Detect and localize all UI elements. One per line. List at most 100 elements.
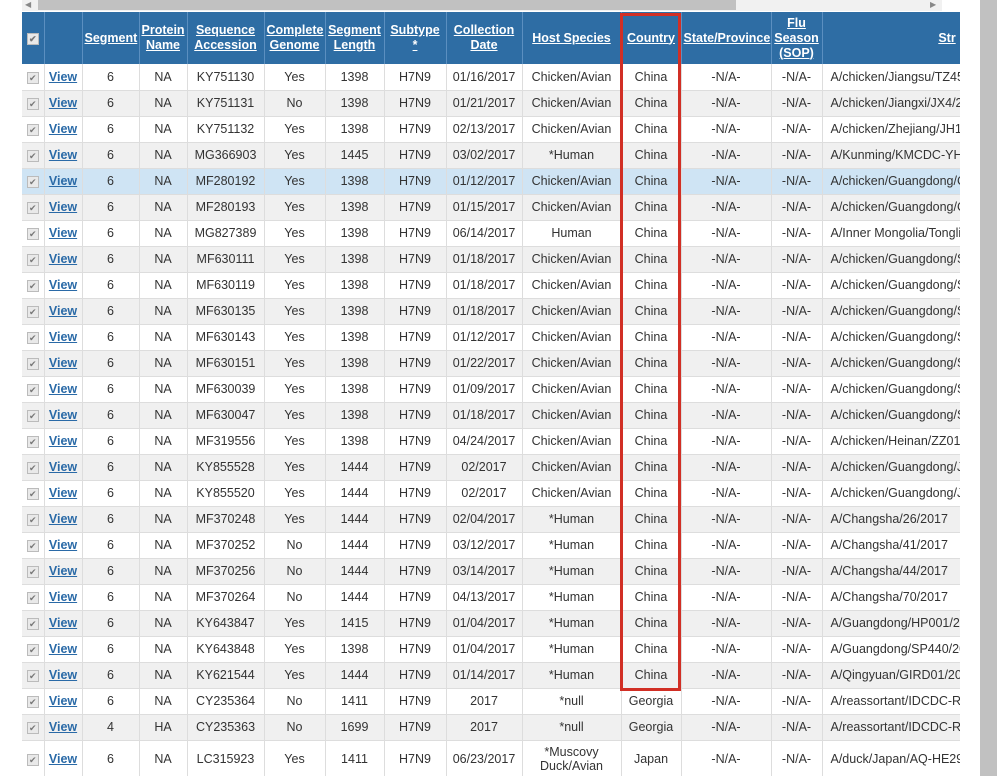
row-checkbox[interactable]: ✔: [22, 740, 45, 776]
select-all-checkbox[interactable]: ✔: [22, 12, 45, 64]
row-checkbox[interactable]: ✔: [22, 116, 45, 143]
table-row: ✔ View 6 NA MG366903 Yes 1445 H7N9 03/02/2017 *Hu…: [22, 142, 960, 169]
complete-genome-cell: Yes: [264, 480, 326, 507]
sort-strain[interactable]: Str: [822, 12, 960, 64]
view-cell: View: [44, 454, 83, 481]
row-checkbox[interactable]: ✔: [22, 480, 45, 507]
sort-protein[interactable]: Protein Name: [139, 12, 188, 64]
row-checkbox[interactable]: ✔: [22, 168, 45, 195]
view-link[interactable]: View: [49, 330, 77, 344]
view-link[interactable]: View: [49, 408, 77, 422]
row-checkbox[interactable]: ✔: [22, 506, 45, 533]
view-link[interactable]: View: [49, 564, 77, 578]
page-scrollbar[interactable]: [980, 0, 997, 776]
view-link[interactable]: View: [49, 96, 77, 110]
view-link[interactable]: View: [49, 642, 77, 656]
sort-subtype[interactable]: Subtype *: [384, 12, 447, 64]
protein-name-cell: NA: [139, 90, 188, 117]
row-checkbox[interactable]: ✔: [22, 376, 45, 403]
subtype-cell: H7N9: [384, 90, 447, 117]
collection-date-cell: 01/16/2017: [446, 64, 523, 91]
sort-complete[interactable]: Complete Genome: [264, 12, 326, 64]
view-link[interactable]: View: [49, 200, 77, 214]
row-checkbox[interactable]: ✔: [22, 610, 45, 637]
view-link[interactable]: View: [49, 304, 77, 318]
row-checkbox[interactable]: ✔: [22, 324, 45, 351]
sort-country[interactable]: Country: [621, 12, 682, 64]
row-checkbox[interactable]: ✔: [22, 402, 45, 429]
row-checkbox[interactable]: ✔: [22, 636, 45, 663]
view-cell: View: [44, 480, 83, 507]
flu-season-cell: -N/A-: [771, 168, 823, 195]
view-link[interactable]: View: [49, 668, 77, 682]
segment-cell: 6: [82, 740, 140, 776]
sort-flu-season[interactable]: Flu Season (SOP): [771, 12, 823, 64]
state-province-cell: -N/A-: [681, 558, 772, 585]
view-link[interactable]: View: [49, 616, 77, 630]
protein-name-cell: NA: [139, 194, 188, 221]
view-link[interactable]: View: [49, 226, 77, 240]
row-checkbox[interactable]: ✔: [22, 272, 45, 299]
row-checkbox[interactable]: ✔: [22, 584, 45, 611]
view-link[interactable]: View: [49, 720, 77, 734]
view-link[interactable]: View: [49, 434, 77, 448]
row-checkbox[interactable]: ✔: [22, 454, 45, 481]
strain-cell: A/reassortant/IDCDC-R: [822, 688, 960, 715]
scroll-right-icon[interactable]: ▶: [930, 0, 936, 10]
collection-date-cell: 03/14/2017: [446, 558, 523, 585]
segment-length-cell: 1398: [325, 272, 385, 299]
view-link[interactable]: View: [49, 122, 77, 136]
row-checkbox[interactable]: ✔: [22, 142, 45, 169]
sort-host[interactable]: Host Species: [522, 12, 622, 64]
row-checkbox[interactable]: ✔: [22, 350, 45, 377]
strain-cell: A/chicken/Guangdong/S: [822, 272, 960, 299]
row-checkbox[interactable]: ✔: [22, 298, 45, 325]
row-checkbox[interactable]: ✔: [22, 688, 45, 715]
view-link[interactable]: View: [49, 148, 77, 162]
row-checkbox[interactable]: ✔: [22, 428, 45, 455]
row-checkbox[interactable]: ✔: [22, 90, 45, 117]
row-checkbox[interactable]: ✔: [22, 194, 45, 221]
subtype-cell: H7N9: [384, 272, 447, 299]
view-link[interactable]: View: [49, 486, 77, 500]
view-link[interactable]: View: [49, 356, 77, 370]
accession-cell: MF280192: [187, 168, 265, 195]
row-checkbox[interactable]: ✔: [22, 714, 45, 741]
table-row: ✔ View 6 NA MF630135 Yes 1398 H7N9 01/18/2017 Chi…: [22, 298, 960, 325]
row-checkbox[interactable]: ✔: [22, 220, 45, 247]
view-link[interactable]: View: [49, 694, 77, 708]
row-checkbox[interactable]: ✔: [22, 246, 45, 273]
view-link[interactable]: View: [49, 70, 77, 84]
protein-name-cell: NA: [139, 558, 188, 585]
row-checkbox[interactable]: ✔: [22, 662, 45, 689]
view-cell: View: [44, 532, 83, 559]
row-checkbox[interactable]: ✔: [22, 532, 45, 559]
view-link[interactable]: View: [49, 252, 77, 266]
view-link[interactable]: View: [49, 174, 77, 188]
view-link[interactable]: View: [49, 512, 77, 526]
row-checkbox[interactable]: ✔: [22, 64, 45, 91]
collection-date-cell: 01/04/2017: [446, 610, 523, 637]
view-link[interactable]: View: [49, 752, 77, 766]
scrollbar-thumb[interactable]: [38, 0, 736, 10]
state-province-cell: -N/A-: [681, 636, 772, 663]
view-link[interactable]: View: [49, 590, 77, 604]
host-species-cell: Chicken/Avian: [522, 454, 622, 481]
sort-length[interactable]: Segment Length: [325, 12, 385, 64]
sort-date[interactable]: Collection Date: [446, 12, 523, 64]
horizontal-scrollbar[interactable]: ◀ ▶: [22, 0, 942, 11]
subtype-cell: H7N9: [384, 688, 447, 715]
row-checkbox[interactable]: ✔: [22, 558, 45, 585]
view-link[interactable]: View: [49, 382, 77, 396]
view-link[interactable]: View: [49, 538, 77, 552]
sort-segment[interactable]: Segment: [82, 12, 140, 64]
view-link[interactable]: View: [49, 278, 77, 292]
scroll-left-icon[interactable]: ◀: [25, 0, 31, 10]
country-cell: China: [621, 402, 682, 429]
sort-accession[interactable]: Sequence Accession: [187, 12, 265, 64]
sort-state[interactable]: State/Province: [681, 12, 772, 64]
complete-genome-cell: Yes: [264, 350, 326, 377]
strain-cell: A/Guangdong/SP440/20: [822, 636, 960, 663]
view-link[interactable]: View: [49, 460, 77, 474]
complete-genome-cell: Yes: [264, 740, 326, 776]
